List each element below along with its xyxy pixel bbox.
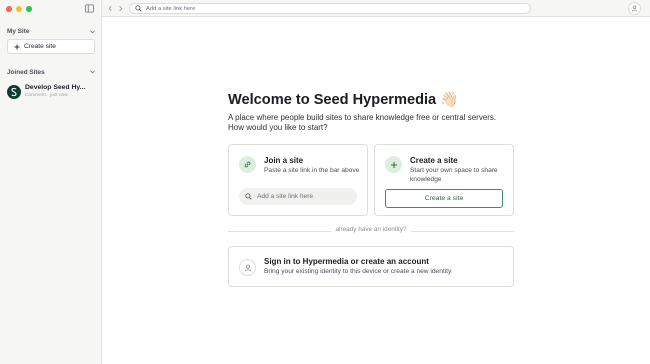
window-controls <box>6 6 32 12</box>
close-window-button[interactable] <box>6 6 12 12</box>
plus-icon <box>14 44 20 49</box>
user-icon-wrapper <box>239 259 256 276</box>
user-icon <box>244 264 251 272</box>
address-bar[interactable]: Add a site link here <box>129 3 531 14</box>
address-bar-placeholder: Add a site link here <box>146 5 196 12</box>
create-a-site-button[interactable]: Create a site <box>385 189 503 208</box>
sidebar: My Site Create site Joined Sites Develop… <box>0 0 102 364</box>
joined-sites-heading: Joined Sites <box>7 69 45 76</box>
search-icon <box>245 193 252 200</box>
top-bar: Add a site link here <box>102 0 650 17</box>
joined-site-meta: Comment · just now <box>25 93 68 98</box>
chevron-down-icon[interactable] <box>89 68 96 75</box>
create-site-card: Create a site Start your own space to sh… <box>374 144 514 216</box>
create-card-description: Start your own space to share knowledge <box>410 167 498 183</box>
create-site-button[interactable]: Create site <box>7 39 95 54</box>
join-input-placeholder: Add a site link here <box>257 193 314 200</box>
join-site-card: Join a site Paste a site link in the bar… <box>228 144 368 216</box>
plus-icon <box>390 161 397 168</box>
seed-logo-icon <box>11 87 17 97</box>
minimize-window-button[interactable] <box>16 6 22 12</box>
forward-arrow-icon[interactable] <box>117 5 124 12</box>
link-icon <box>244 161 251 168</box>
page-subtitle: A place where people build sites to shar… <box>228 113 497 132</box>
my-site-heading: My Site <box>7 28 30 35</box>
page-title: Welcome to Seed Hypermedia 👋🏻 <box>228 92 459 108</box>
sign-in-title: Sign in to Hypermedia or create an accou… <box>264 257 429 266</box>
join-card-title: Join a site <box>264 156 304 165</box>
create-site-label: Create site <box>24 43 56 50</box>
join-site-input[interactable]: Add a site link here <box>239 188 357 205</box>
join-card-description: Paste a site link in the bar above <box>264 167 360 174</box>
joined-site-name: Develop Seed Hy... <box>25 84 86 92</box>
main-content: Welcome to Seed Hypermedia 👋🏻 A place wh… <box>102 17 650 364</box>
create-card-title: Create a site <box>410 156 458 165</box>
divider-text: already have an identity? <box>331 226 411 233</box>
maximize-window-button[interactable] <box>26 6 32 12</box>
back-arrow-icon[interactable] <box>107 5 114 12</box>
account-button[interactable] <box>628 2 641 15</box>
sidebar-toggle-icon[interactable] <box>85 4 94 13</box>
search-icon <box>135 5 142 12</box>
identity-divider: already have an identity? <box>228 226 514 236</box>
site-avatar <box>7 85 21 99</box>
plus-icon-wrapper <box>385 156 402 173</box>
chevron-down-icon[interactable] <box>89 28 96 35</box>
sign-in-card[interactable]: Sign in to Hypermedia or create an accou… <box>228 246 514 287</box>
user-icon <box>631 5 638 12</box>
sign-in-description: Bring your existing identity to this dev… <box>264 268 452 275</box>
link-icon-wrapper <box>239 156 256 173</box>
joined-site-item[interactable]: Develop Seed Hy... Comment · just now <box>7 84 97 100</box>
